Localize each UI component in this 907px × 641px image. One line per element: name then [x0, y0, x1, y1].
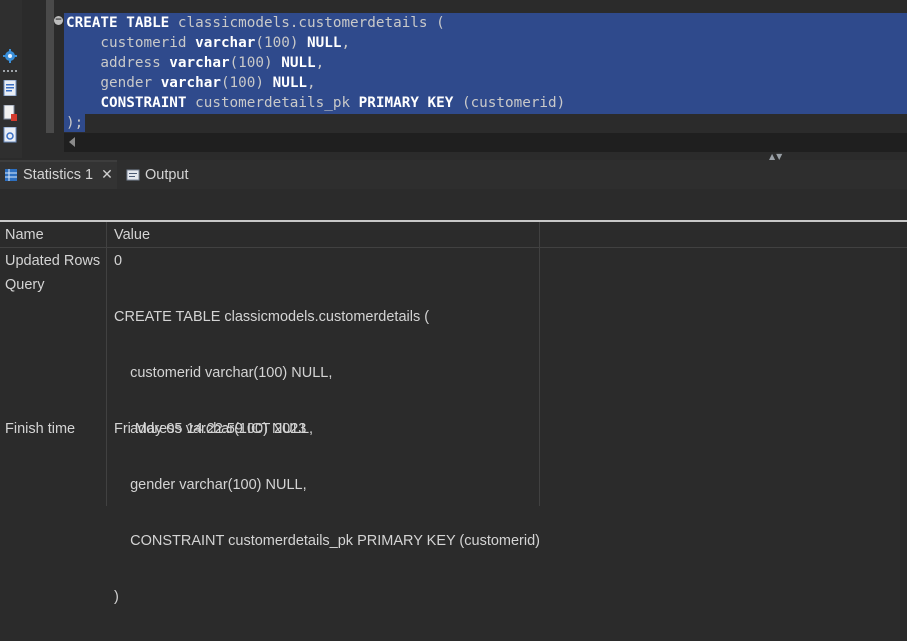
- plan-icon[interactable]: [3, 126, 17, 143]
- code-line: customerid varchar(100) NULL,: [66, 33, 565, 53]
- sql-text: address: [66, 55, 170, 72]
- code-line: gender varchar(100) NULL,: [66, 73, 565, 93]
- code-line: CREATE TABLE classicmodels.customerdetai…: [66, 13, 565, 33]
- result-tabs: Statistics 1 ✕ Output: [0, 160, 907, 190]
- output-console-icon: [126, 168, 140, 182]
- editor-gutter-bar: [46, 0, 54, 133]
- sql-keyword: NULL: [281, 55, 316, 72]
- column-header-value[interactable]: Value: [114, 227, 150, 243]
- horizontal-scrollbar[interactable]: [64, 133, 907, 152]
- toolbar-separator: [3, 70, 17, 72]
- statistics-table: Name Value Updated Rows 0 Query CREATE T…: [0, 222, 907, 605]
- fold-collapse-icon[interactable]: −: [54, 16, 63, 25]
- row-value-updated-rows[interactable]: 0: [114, 249, 122, 273]
- sql-keyword: CONSTRAINT: [100, 95, 187, 112]
- tab-statistics[interactable]: Statistics 1 ✕: [0, 160, 117, 189]
- panel-split-handle-icon[interactable]: ▲▼: [769, 152, 793, 161]
- tab-statistics-label: Statistics 1: [23, 166, 94, 183]
- sql-text: gender: [66, 75, 161, 92]
- row-value-query[interactable]: CREATE TABLE classicmodels.customerdetai…: [114, 273, 540, 641]
- row-value-finish-time[interactable]: Fri May 05 14:22:59 ICT 2023: [114, 417, 306, 441]
- sql-keyword: NULL: [307, 35, 342, 52]
- scroll-left-arrow-icon[interactable]: [69, 137, 75, 147]
- query-line: CREATE TABLE classicmodels.customerdetai…: [114, 309, 430, 325]
- code-line: CONSTRAINT customerdetails_pk PRIMARY KE…: [66, 93, 565, 113]
- tab-output[interactable]: Output: [122, 160, 189, 189]
- sql-text: customerdetails_pk: [186, 95, 359, 112]
- sql-code[interactable]: CREATE TABLE classicmodels.customerdetai…: [66, 13, 565, 134]
- column-divider: [106, 222, 107, 506]
- sql-text: (100): [255, 35, 308, 52]
- sql-text: classicmodels.customerdetails (: [169, 15, 445, 31]
- sql-text: (customerid): [453, 95, 566, 112]
- statistics-panel-toolbar-area: [0, 189, 907, 220]
- column-header-name[interactable]: Name: [5, 227, 44, 243]
- sql-text: customerid: [66, 35, 196, 52]
- row-name-finish-time[interactable]: Finish time: [5, 417, 75, 441]
- row-name-query[interactable]: Query: [5, 273, 45, 297]
- statistics-grid-icon: [4, 168, 18, 182]
- query-line: CONSTRAINT customerdetails_pk PRIMARY KE…: [114, 533, 541, 549]
- query-line: gender varchar(100) NULL,: [114, 477, 307, 493]
- sql-keyword: CREATE TABLE: [66, 15, 170, 31]
- query-line: customerid varchar(100) NULL,: [114, 365, 333, 381]
- gear-icon[interactable]: [3, 49, 17, 63]
- code-line: );: [66, 113, 565, 133]
- sql-text: (100): [220, 75, 273, 92]
- sql-text: ,: [307, 75, 316, 92]
- row-name-updated-rows[interactable]: Updated Rows: [5, 249, 100, 273]
- table-header: Name Value: [0, 222, 907, 248]
- query-line: ): [114, 589, 119, 605]
- execute-script-icon[interactable]: [3, 79, 17, 97]
- sql-keyword: varchar: [195, 35, 256, 52]
- sql-text: );: [66, 115, 84, 132]
- close-icon[interactable]: ✕: [101, 167, 113, 183]
- sql-text: ,: [315, 55, 325, 72]
- sql-text: (100): [229, 55, 282, 72]
- export-icon[interactable]: [3, 104, 17, 121]
- sql-keyword: NULL: [272, 75, 308, 92]
- tab-output-label: Output: [145, 166, 189, 183]
- code-line: address varchar(100) NULL,: [66, 53, 565, 73]
- sql-keyword: varchar: [160, 75, 221, 92]
- editor-side-toolbar: [0, 0, 22, 158]
- sql-keyword: PRIMARY KEY: [358, 95, 454, 112]
- sql-text: ,: [341, 35, 351, 52]
- sql-keyword: varchar: [169, 55, 230, 72]
